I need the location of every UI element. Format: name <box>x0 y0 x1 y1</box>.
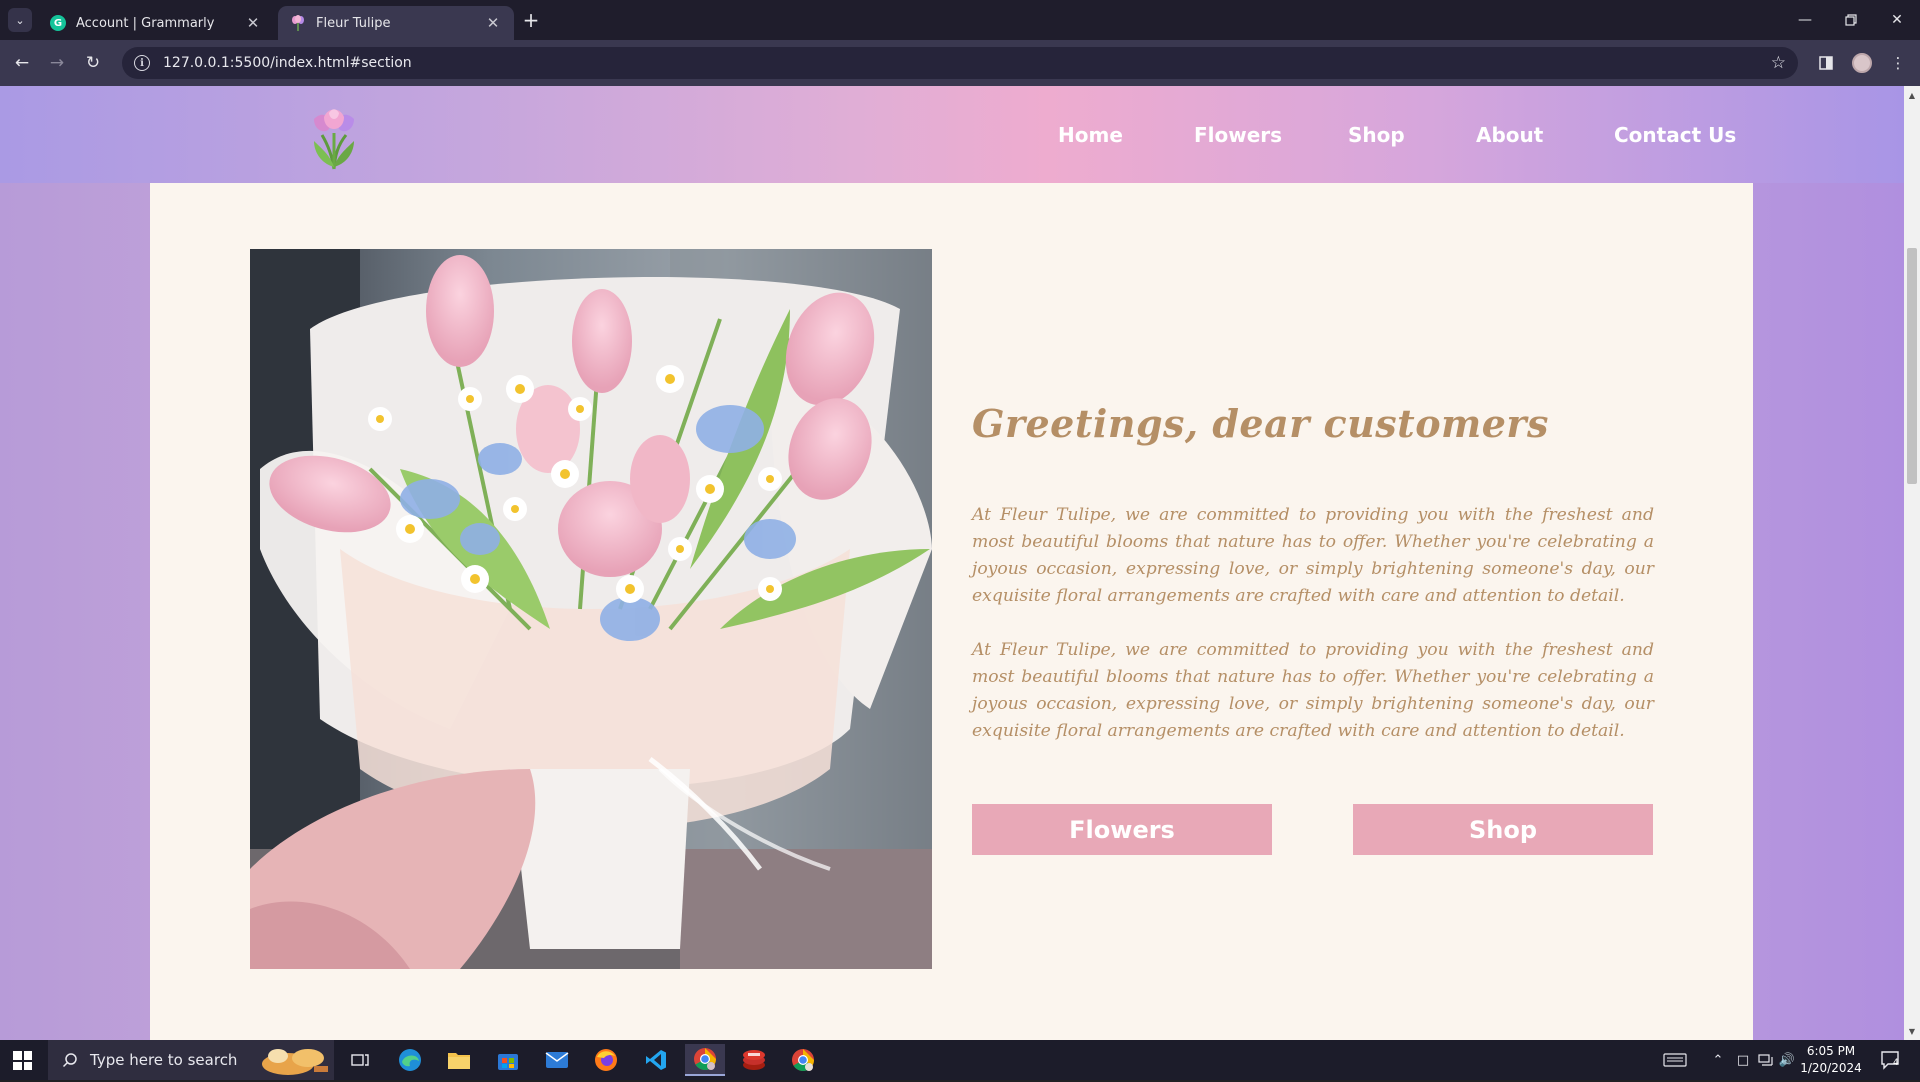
nav-about-link[interactable]: About <box>1476 123 1543 147</box>
file-explorer-icon[interactable] <box>439 1044 479 1076</box>
meet-now-icon[interactable]: □ <box>1733 1040 1753 1080</box>
system-clock[interactable]: 6:05 PM 1/20/2024 <box>1792 1043 1870 1077</box>
windows-start-icon[interactable] <box>13 1051 32 1070</box>
nav-flowers[interactable]: Flowers <box>1194 86 1282 183</box>
nav-flowers-link[interactable]: Flowers <box>1194 123 1282 147</box>
browser-tab-bar: ⌄ G Account | Grammarly ✕ Fleur Tulipe ✕… <box>0 0 1920 40</box>
nav-shop-link[interactable]: Shop <box>1348 123 1405 147</box>
search-placeholder: Type here to search <box>90 1051 238 1069</box>
profile-avatar[interactable] <box>1850 51 1874 75</box>
browser-toolbar: ← → ↻ i 127.0.0.1:5500/index.html#sectio… <box>0 40 1920 86</box>
show-hidden-icons-chevron-icon[interactable]: ⌃ <box>1708 1040 1728 1080</box>
nav-about[interactable]: About <box>1476 86 1543 183</box>
search-highlight-image <box>258 1042 330 1078</box>
keyboard-icon[interactable] <box>1660 1040 1690 1080</box>
chrome-profile-icon[interactable] <box>783 1044 823 1076</box>
side-panel-icon[interactable] <box>1814 51 1838 75</box>
tulip-icon <box>290 15 306 31</box>
taskbar-search-box[interactable]: Type here to search <box>48 1040 334 1080</box>
forward-arrow-icon[interactable]: → <box>45 51 69 75</box>
section-heading: Greetings, dear customers <box>972 401 1549 446</box>
tulip-bouquet-image <box>250 249 932 969</box>
vscode-icon[interactable] <box>636 1044 676 1076</box>
clock-time: 6:05 PM <box>1806 1044 1856 1058</box>
reload-icon[interactable]: ↻ <box>81 51 105 75</box>
nav-contact-link[interactable]: Contact Us <box>1614 123 1736 147</box>
nav-contact-us[interactable]: Contact Us <box>1614 86 1736 183</box>
restore-icon[interactable] <box>1828 0 1874 40</box>
page-scrollbar[interactable]: ▲ ▼ <box>1904 86 1920 1040</box>
tulip-logo-icon[interactable] <box>302 105 366 171</box>
grammarly-icon: G <box>50 15 66 31</box>
flowers-button[interactable]: Flowers <box>972 804 1272 855</box>
clock-date: 1/20/2024 <box>1800 1061 1862 1075</box>
scrollbar-thumb[interactable] <box>1907 248 1917 484</box>
notifications-icon[interactable]: 4 <box>1876 1040 1906 1080</box>
mail-icon[interactable] <box>537 1044 577 1076</box>
intro-paragraph-1: At Fleur Tulipe, we are committed to pro… <box>972 505 1654 606</box>
new-tab-plus-icon[interactable]: + <box>520 8 542 32</box>
close-tab-icon[interactable]: ✕ <box>484 14 502 32</box>
nav-shop[interactable]: Shop <box>1348 86 1405 183</box>
notification-count: 4 <box>1893 1058 1899 1068</box>
minimize-icon[interactable]: — <box>1782 0 1828 40</box>
welcome-section-card: Greetings, dear customers At Fleur Tulip… <box>150 183 1753 1040</box>
address-bar[interactable]: i 127.0.0.1:5500/index.html#section ☆ <box>122 47 1798 79</box>
microsoft-store-icon[interactable] <box>488 1044 528 1076</box>
url-text[interactable]: 127.0.0.1:5500/index.html#section <box>163 55 412 71</box>
close-window-icon[interactable]: ✕ <box>1874 0 1920 40</box>
bookmark-star-icon[interactable]: ☆ <box>1771 53 1786 73</box>
scroll-up-arrow-icon[interactable]: ▲ <box>1904 88 1920 102</box>
tab-title: Fleur Tulipe <box>316 15 391 31</box>
page-viewport: Home Flowers Shop About Contact Us Greet… <box>0 86 1904 1040</box>
tab-grammarly[interactable]: G Account | Grammarly ✕ <box>38 6 274 40</box>
search-icon <box>62 1052 78 1068</box>
scroll-down-arrow-icon[interactable]: ▼ <box>1904 1024 1920 1038</box>
tab-search-chevron-icon[interactable]: ⌄ <box>8 8 32 32</box>
intro-paragraph-2: At Fleur Tulipe, we are committed to pro… <box>972 640 1654 741</box>
nav-home-link[interactable]: Home <box>1058 123 1123 147</box>
firefox-icon[interactable] <box>586 1044 626 1076</box>
back-arrow-icon[interactable]: ← <box>10 51 34 75</box>
close-tab-icon[interactable]: ✕ <box>244 14 262 32</box>
more-menu-icon[interactable]: ⋮ <box>1886 51 1910 75</box>
site-header: Home Flowers Shop About Contact Us <box>0 86 1904 183</box>
site-info-icon[interactable]: i <box>134 55 150 71</box>
shop-button[interactable]: Shop <box>1353 804 1653 855</box>
task-view-icon[interactable] <box>340 1044 380 1076</box>
network-icon[interactable] <box>1756 1040 1776 1080</box>
chrome-icon[interactable] <box>685 1044 725 1076</box>
tab-title: Account | Grammarly <box>76 15 215 31</box>
tab-fleur-tulipe[interactable]: Fleur Tulipe ✕ <box>278 6 514 40</box>
redis-app-icon[interactable] <box>734 1044 774 1076</box>
edge-browser-icon[interactable] <box>390 1044 430 1076</box>
windows-taskbar: Type here to search ⌃ □ 🔊 6:05 PM 1/20/2… <box>0 1040 1920 1080</box>
nav-home[interactable]: Home <box>1058 86 1123 183</box>
